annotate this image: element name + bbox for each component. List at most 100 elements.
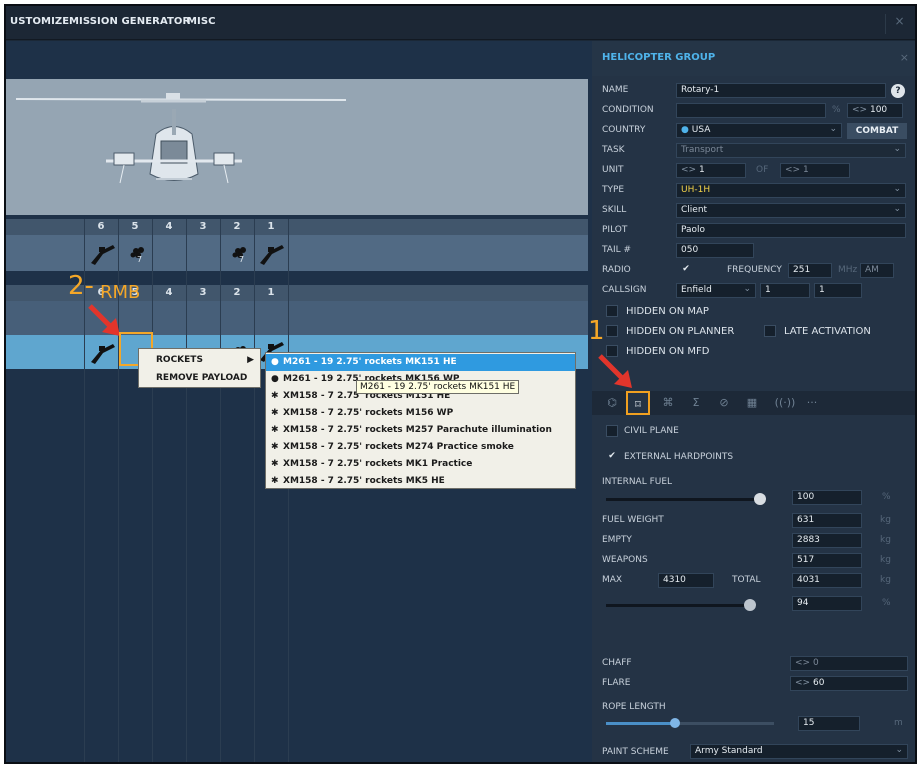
annotation-step-2: 2- <box>68 271 94 301</box>
helicopter-silhouette-icon <box>15 93 347 184</box>
submenu-item[interactable]: ✱ XM158 - 7 2.75' rockets M274 Practice s… <box>266 439 575 456</box>
condition-bar[interactable] <box>676 103 826 118</box>
bullet-icon: ● <box>271 357 279 367</box>
flare-label: FLARE <box>602 678 631 688</box>
helicopter-group-panel: HELICOPTER GROUP × NAME Rotary-1 ? CONDI… <box>592 41 915 762</box>
combat-button[interactable]: COMBAT <box>847 123 907 139</box>
hidden-on-map-checkbox[interactable] <box>606 305 618 317</box>
window-close-icon[interactable]: × <box>885 14 913 34</box>
name-field[interactable]: Rotary-1 <box>676 83 886 98</box>
skill-label: SKILL <box>602 205 627 215</box>
internal-fuel-field[interactable]: 100 <box>792 490 862 505</box>
task-dropdown[interactable]: Transport ⌄ <box>676 143 906 158</box>
panel-title: HELICOPTER GROUP <box>602 52 716 63</box>
skill-dropdown[interactable]: Client ⌄ <box>676 203 906 218</box>
type-label: TYPE <box>602 185 625 195</box>
country-label: COUNTRY <box>602 125 646 135</box>
unit-stepper[interactable]: <> 1 <box>676 163 746 178</box>
failures-icon[interactable]: ⊘ <box>712 391 736 415</box>
annotation-rmb: RMB <box>100 282 141 303</box>
submenu-item[interactable]: ✱ XM158 - 7 2.75' rockets MK5 HE <box>266 473 575 490</box>
paint-scheme-label: PAINT SCHEME <box>602 747 669 757</box>
rocket-pod-icon[interactable] <box>89 340 117 364</box>
civil-plane-checkbox[interactable] <box>606 425 618 437</box>
column-divider <box>186 219 187 762</box>
tail-number-label: TAIL # <box>602 245 632 255</box>
condition-stepper[interactable]: <> 100 <box>847 103 903 118</box>
bullet-icon: ✱ <box>271 459 279 469</box>
tail-number-field[interactable]: 050 <box>676 243 754 258</box>
chaff-stepper: <> 0 <box>790 656 908 671</box>
top-menu-bar: USTOMIZE MISSION GENERATOR MISC × <box>6 6 915 40</box>
summary-icon[interactable]: Σ <box>684 391 708 415</box>
pylon-number: 1 <box>267 287 275 298</box>
submenu-item[interactable]: ✱ XM158 - 7 2.75' rockets M257 Parachute … <box>266 422 575 439</box>
internal-fuel-slider[interactable] <box>606 498 766 501</box>
menu-customize[interactable]: USTOMIZE <box>10 16 69 27</box>
hidden-on-planner-checkbox[interactable] <box>606 325 618 337</box>
panel-close-icon[interactable]: × <box>900 51 909 64</box>
submenu-item[interactable]: ● M261 - 19 2.75' rockets MK151 HE <box>266 354 575 371</box>
rope-length-slider-knob[interactable] <box>670 718 680 728</box>
mission-editor-window: USTOMIZE MISSION GENERATOR MISC × 6 5 4 … <box>4 4 917 764</box>
callsign-number-1[interactable]: 1 <box>760 283 810 298</box>
pylon-header-top: 6 5 4 3 2 1 <box>6 219 588 235</box>
panel-tab-strip: ⌬ ⌑ ⌘ Σ ⊘ ▦ ((·)) ··· <box>592 391 915 415</box>
max-weight-field: 4310 <box>658 573 714 588</box>
chevron-down-icon: ⌄ <box>895 745 903 755</box>
bullet-icon: ✱ <box>271 391 279 401</box>
total-weight-percent-field: 94 <box>792 596 862 611</box>
internal-fuel-unit: % <box>882 492 891 502</box>
rocket-count: 7 <box>239 255 245 264</box>
external-hardpoints-checkbox[interactable]: ✔ <box>606 451 618 463</box>
callsign-number-2[interactable]: 1 <box>814 283 862 298</box>
context-item-remove-payload[interactable]: REMOVE PAYLOAD <box>139 369 260 387</box>
internal-fuel-slider-knob[interactable] <box>754 493 766 505</box>
loadout-icon[interactable]: ⌑ <box>626 391 650 415</box>
column-divider <box>288 219 289 762</box>
callsign-dropdown[interactable]: Enfield ⌄ <box>676 283 756 298</box>
chevron-down-icon: ⌄ <box>893 184 901 194</box>
pylon-number: 2 <box>233 221 241 232</box>
unit-label: UNIT <box>602 165 624 175</box>
rope-length-field[interactable]: 15 <box>798 716 860 731</box>
menu-misc[interactable]: MISC <box>187 16 216 27</box>
payload-icon[interactable]: ▦ <box>740 391 764 415</box>
bullet-icon: ✱ <box>271 442 279 452</box>
country-dropdown[interactable]: ● USA ⌄ <box>676 123 842 138</box>
rocket-count: 7 <box>137 255 143 264</box>
hidden-on-planner-label: HIDDEN ON PLANNER <box>626 326 735 337</box>
paint-scheme-dropdown[interactable]: Army Standard ⌄ <box>690 744 908 759</box>
submenu-item[interactable]: ✱ XM158 - 7 2.75' rockets M156 WP <box>266 405 575 422</box>
of-label: OF <box>756 165 769 175</box>
context-item-rockets[interactable]: ROCKETS ▶ <box>139 351 260 369</box>
help-icon[interactable]: ? <box>891 84 905 98</box>
external-hardpoints-label: EXTERNAL HARDPOINTS <box>624 452 734 462</box>
late-activation-checkbox[interactable] <box>764 325 776 337</box>
pylon-number: 4 <box>165 287 173 298</box>
submenu-item[interactable]: ✱ XM158 - 7 2.75' rockets MK1 Practice <box>266 456 575 473</box>
modulation-dropdown[interactable]: AM <box>860 263 894 278</box>
radio-icon[interactable]: ((·)) <box>770 391 800 415</box>
total-weight-unit: kg <box>880 575 891 585</box>
civil-plane-label: CIVIL PLANE <box>624 426 679 436</box>
pilot-field[interactable]: Paolo <box>676 223 906 238</box>
bullet-icon: ✱ <box>271 476 279 486</box>
pylon-number: 3 <box>199 221 207 232</box>
total-weight-percent-unit: % <box>882 598 891 608</box>
rocket-pod-icon[interactable] <box>89 241 117 265</box>
rockets-submenu: ● M261 - 19 2.75' rockets MK151 HE ● M261 … <box>265 352 576 489</box>
chevron-down-icon: ⌄ <box>743 284 751 294</box>
radio-checkbox[interactable]: ✔ <box>680 264 692 276</box>
rocket-pod-icon[interactable] <box>258 241 286 265</box>
flare-stepper[interactable]: <> 60 <box>790 676 908 691</box>
empty-weight-field: 2883 <box>792 533 862 548</box>
type-dropdown[interactable]: UH-1H ⌄ <box>676 183 906 198</box>
actions-icon[interactable]: ⌘ <box>656 391 680 415</box>
internal-fuel-label: INTERNAL FUEL <box>602 477 673 487</box>
more-icon[interactable]: ··· <box>800 391 824 415</box>
menu-mission-generator[interactable]: MISSION GENERATOR <box>69 16 190 27</box>
frequency-field[interactable]: 251 <box>788 263 832 278</box>
empty-label: EMPTY <box>602 535 632 545</box>
route-icon[interactable]: ⌬ <box>600 391 624 415</box>
